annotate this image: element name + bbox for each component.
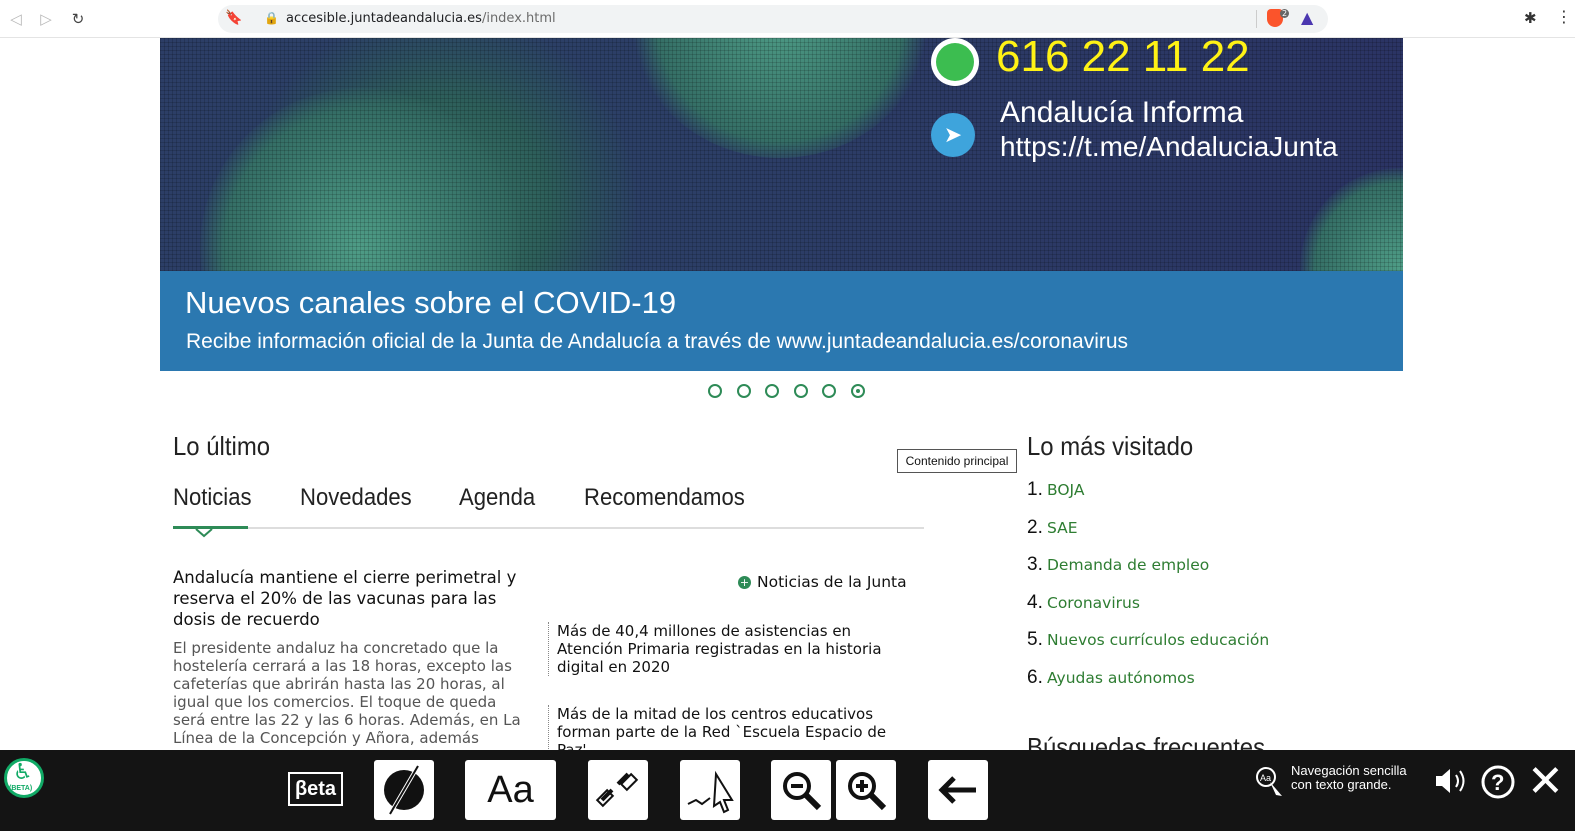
tab-agenda[interactable]: Agenda bbox=[459, 484, 535, 512]
carousel-dot-2[interactable] bbox=[736, 384, 751, 398]
url-text[interactable]: accesible.juntadeandalucia.es/index.html bbox=[286, 11, 556, 26]
tab-noticias[interactable]: Noticias bbox=[173, 484, 252, 512]
font-size-label: Aa bbox=[487, 769, 534, 811]
link-sae[interactable]: SAE bbox=[1047, 519, 1078, 537]
simple-nav-cursor-icon[interactable]: Aa bbox=[1252, 764, 1286, 798]
wheelchair-icon: ♿ bbox=[13, 760, 33, 785]
list-item: 5. Nuevos currículos educación bbox=[1027, 629, 1270, 651]
links-button[interactable] bbox=[588, 760, 648, 820]
back-arrow-button[interactable] bbox=[928, 760, 988, 820]
most-visited-list: 1. BOJA 2. SAE 3. Demanda de empleo 4. Coron… bbox=[1027, 479, 1269, 705]
link-boja[interactable]: BOJA bbox=[1047, 481, 1084, 499]
extensions-icon[interactable]: ✱ bbox=[1524, 9, 1537, 27]
lock-icon[interactable]: 🔒 bbox=[264, 11, 279, 25]
forward-icon[interactable]: ▷ bbox=[36, 9, 56, 29]
shield-count-badge: 2 bbox=[1280, 9, 1290, 18]
font-size-button[interactable]: Aa bbox=[465, 760, 556, 820]
link-demanda-empleo[interactable]: Demanda de empleo bbox=[1047, 556, 1209, 574]
main-news-title[interactable]: Andalucía mantiene el cierre perimetral … bbox=[173, 567, 538, 630]
tab-recomendamos[interactable]: Recomendamos bbox=[584, 484, 745, 512]
whatsapp-phone: 616 22 11 22 bbox=[996, 38, 1250, 81]
menu-icon[interactable]: ⋮ bbox=[1556, 7, 1572, 26]
link-coronavirus[interactable]: Coronavirus bbox=[1047, 594, 1140, 612]
broken-link-icon bbox=[595, 772, 639, 808]
side-news-item-1[interactable]: Más de 40,4 millones de asistencias en A… bbox=[548, 622, 913, 676]
latest-heading: Lo último bbox=[173, 431, 271, 461]
main-content-tooltip: Contenido principal bbox=[897, 449, 1017, 473]
simple-navigation-label[interactable]: Navegación sencilla con texto grande. bbox=[1291, 764, 1411, 792]
plus-circle-icon: + bbox=[738, 576, 751, 589]
active-tab-caret-icon bbox=[195, 528, 213, 538]
beta-button[interactable]: βeta bbox=[288, 772, 343, 806]
carousel-dot-1[interactable] bbox=[708, 384, 722, 398]
carousel-dot-6[interactable] bbox=[851, 384, 865, 398]
list-item: 6. Ayudas autónomos bbox=[1027, 666, 1195, 688]
zoom-in-button[interactable] bbox=[836, 760, 896, 820]
arrow-left-icon bbox=[938, 776, 976, 804]
speaker-icon[interactable] bbox=[1432, 766, 1470, 796]
contrast-off-icon bbox=[384, 764, 424, 816]
browser-toolbar: ◁ ▷ ↻ 🔖 🔒 accesible.juntadeandalucia.es/… bbox=[0, 0, 1575, 38]
svg-text:Aa: Aa bbox=[1260, 773, 1271, 783]
telegram-channel-name: Andalucía Informa bbox=[1000, 96, 1244, 129]
brave-rewards-icon[interactable]: ▲ bbox=[1301, 8, 1313, 27]
carousel-dot-4[interactable] bbox=[793, 384, 808, 398]
bookmark-icon[interactable]: 🔖 bbox=[225, 10, 242, 26]
cursor-trail-icon bbox=[687, 770, 734, 814]
most-visited-heading: Lo más visitado bbox=[1027, 431, 1194, 461]
contrast-toggle-button[interactable] bbox=[374, 760, 434, 820]
back-icon[interactable]: ◁ bbox=[6, 9, 26, 29]
tab-novedades[interactable]: Novedades bbox=[300, 484, 412, 512]
zoom-out-button[interactable] bbox=[771, 760, 831, 820]
reload-icon[interactable]: ↻ bbox=[68, 9, 88, 29]
main-news-body: El presidente andaluz ha concretado que … bbox=[173, 639, 521, 747]
accessibility-toolbar: ♿ (BETA) βeta Aa Aa Navegación sencilla … bbox=[0, 750, 1575, 831]
cursor-button[interactable] bbox=[680, 760, 740, 820]
banner-caption: Nuevos canales sobre el COVID-19 Recibe … bbox=[160, 271, 1403, 371]
zoom-out-icon bbox=[783, 772, 822, 811]
list-item: 2. SAE bbox=[1027, 516, 1078, 538]
list-item: 1. BOJA bbox=[1027, 479, 1085, 500]
svg-text:?: ? bbox=[1491, 770, 1504, 795]
junta-news-link[interactable]: + Noticias de la Junta bbox=[738, 573, 907, 591]
banner-subtitle: Recibe información oficial de la Junta d… bbox=[186, 330, 1129, 353]
banner-title: Nuevos canales sobre el COVID-19 bbox=[185, 285, 677, 320]
link-curriculos[interactable]: Nuevos currículos educación bbox=[1047, 631, 1269, 649]
accessibility-logo-icon[interactable]: ♿ (BETA) bbox=[4, 758, 44, 798]
covid-banner[interactable]: 616 22 11 22 ➤ Andalucía Informa https:/… bbox=[160, 38, 1403, 371]
list-item: 3. Demanda de empleo bbox=[1027, 554, 1210, 576]
carousel-dot-5[interactable] bbox=[822, 384, 837, 398]
divider bbox=[1256, 10, 1257, 28]
beta-logo-label: (BETA) bbox=[9, 785, 33, 792]
link-ayudas-autonomos[interactable]: Ayudas autónomos bbox=[1047, 669, 1195, 687]
list-item: 4. Coronavirus bbox=[1027, 591, 1140, 613]
carousel-dot-3[interactable] bbox=[765, 384, 780, 398]
tab-divider bbox=[173, 527, 924, 529]
whatsapp-icon bbox=[931, 38, 979, 86]
help-icon[interactable]: ? bbox=[1480, 764, 1516, 800]
zoom-in-icon bbox=[848, 772, 887, 811]
telegram-url: https://t.me/AndaluciaJunta bbox=[1000, 131, 1338, 162]
telegram-icon: ➤ bbox=[931, 113, 975, 157]
close-toolbar-icon[interactable]: ✕ bbox=[1527, 760, 1564, 804]
